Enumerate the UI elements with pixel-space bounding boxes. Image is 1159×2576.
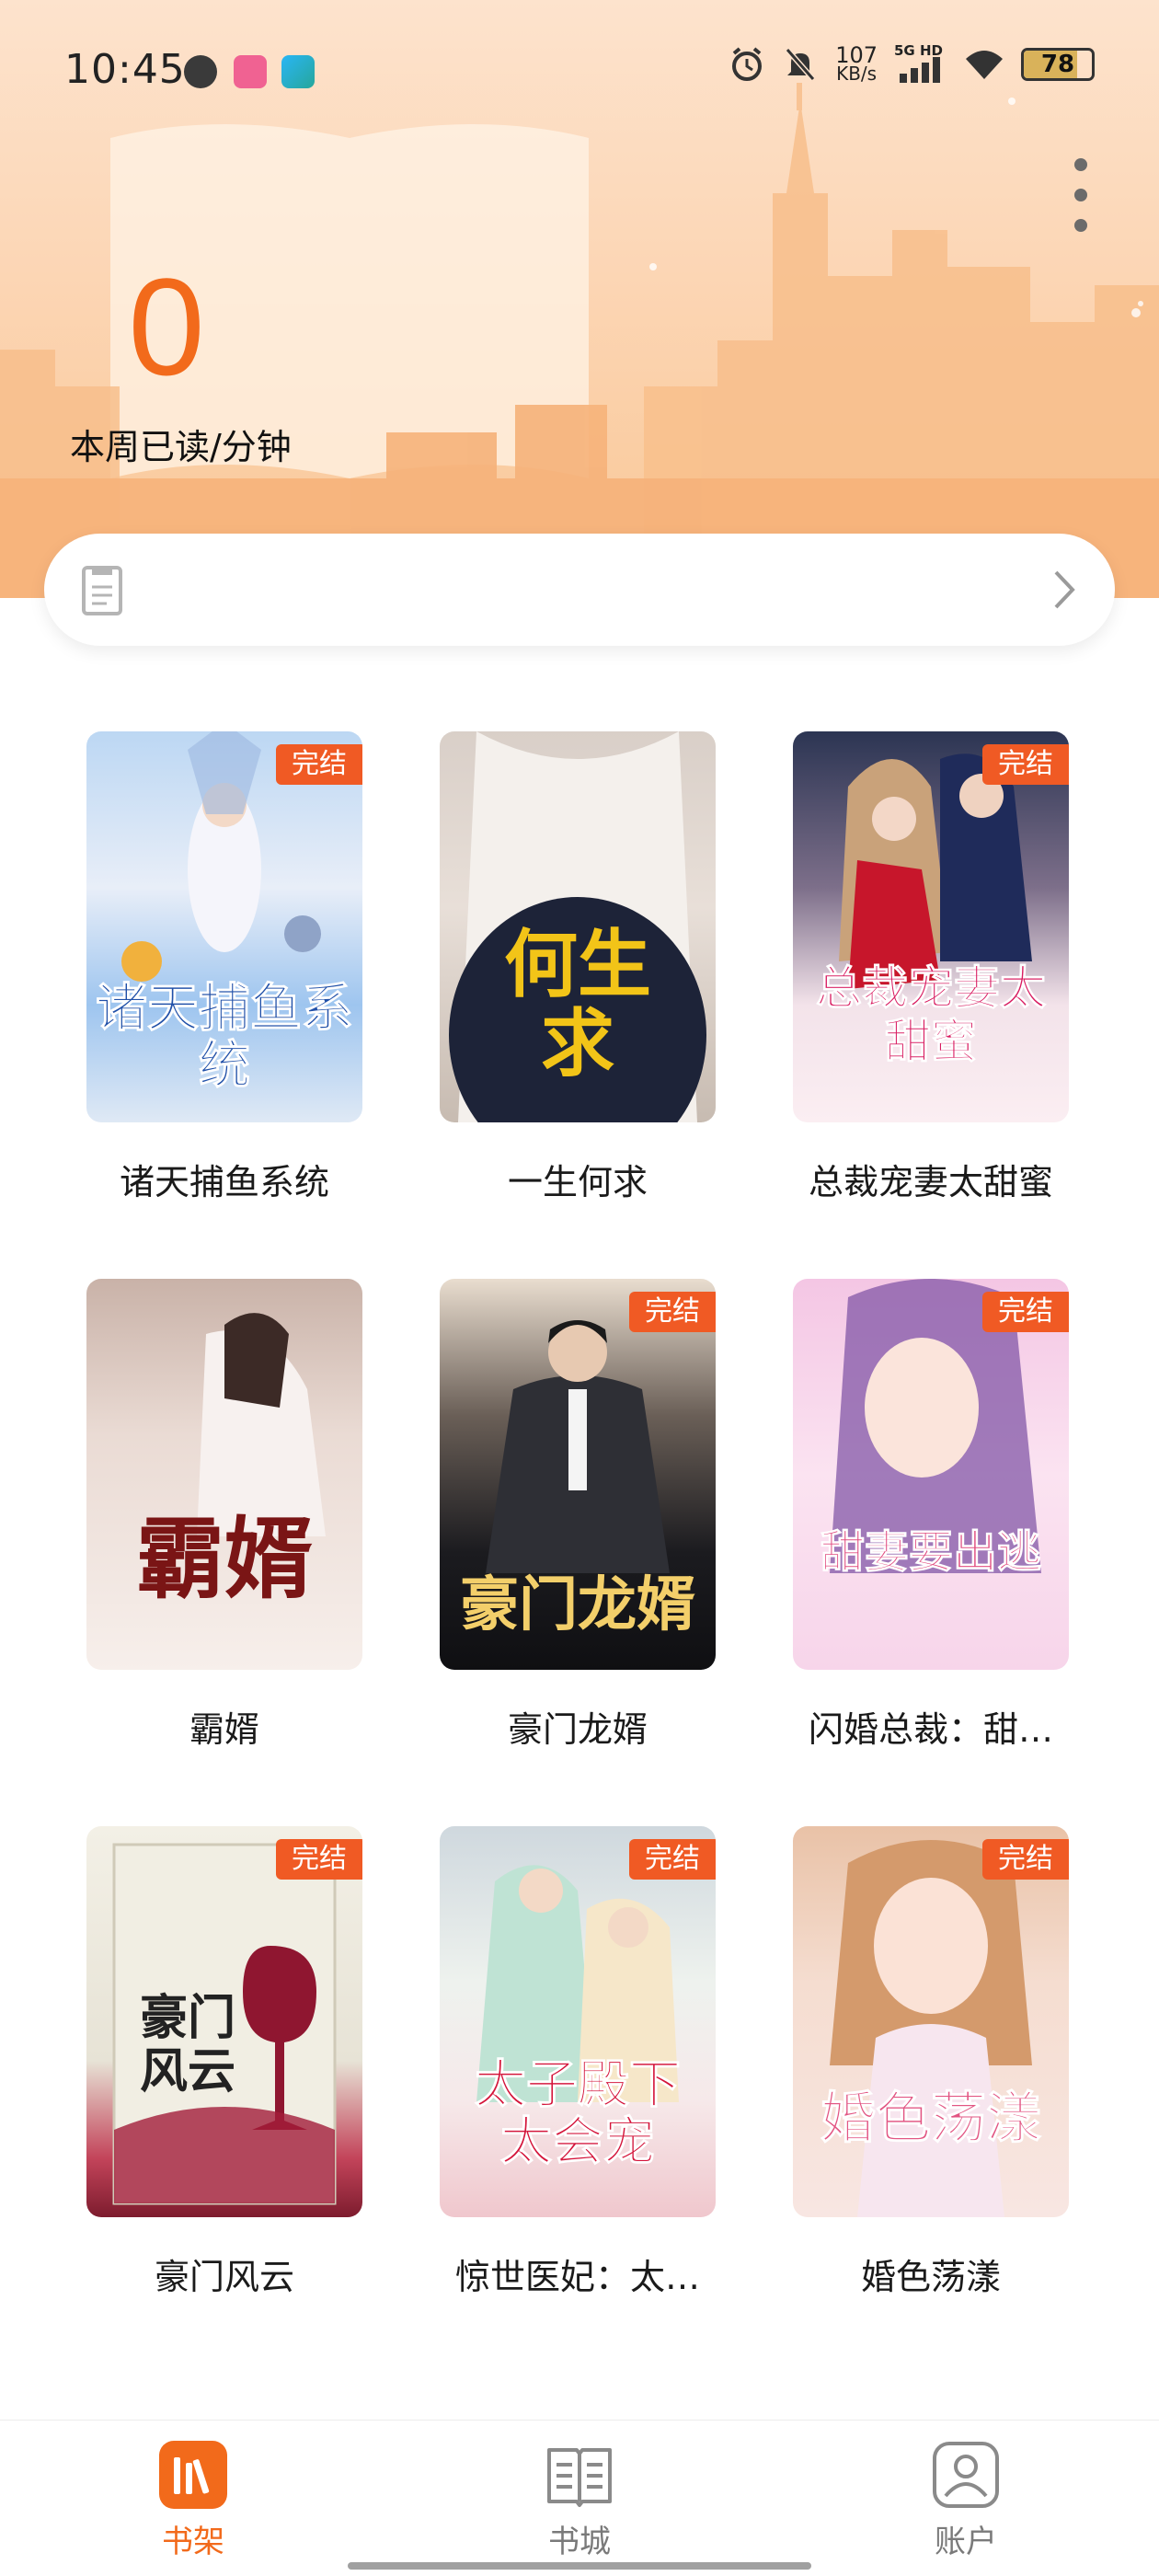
book-cover[interactable]: 霸婿 [86,1279,362,1670]
chevron-right-icon [1054,570,1075,609]
book-cover[interactable]: 何生求 [440,731,716,1122]
book-item[interactable]: 豪门龙婿 完结 豪门龙婿 [440,1279,716,1752]
book-cover-title: 何生求 [504,921,651,1087]
book-cover[interactable]: 总裁宠妻太甜蜜 完结 [793,731,1069,1122]
book-cover-title: 太子殿下太会宠 [475,2054,682,2172]
mute-icon [785,48,816,81]
account-icon [933,2442,999,2508]
notice-bar[interactable] [44,534,1115,646]
book-title: 总裁宠妻太甜蜜 [808,1162,1053,1202]
book-title: 婚色荡漾 [860,2257,1001,2297]
book-item[interactable]: 诸天捕鱼系统 完结 诸天捕鱼系统 [86,731,362,1204]
cat-app-icon [184,55,217,88]
flight-app-icon [281,55,315,88]
tab-bookstore-label: 书城 [548,2524,611,2560]
bottom-navigation: 书架 书城 账户 [0,2420,1159,2576]
book-cover[interactable]: 太子殿下太会宠 完结 [440,1826,716,2217]
book-cover-title: 婚色荡漾 [820,2087,1042,2151]
book-item[interactable]: 豪门风云 完结 豪门风云 [86,1826,362,2299]
bookshelf-icon [159,2441,227,2509]
book-item[interactable]: 太子殿下太会宠 完结 惊世医妃：太… [440,1826,716,2299]
book-cover-title: 甜妻要出逃 [820,1526,1041,1578]
tab-account[interactable]: 账户 [874,2421,1058,2576]
book-item[interactable]: 甜妻要出逃 完结 闪婚总裁：甜… [793,1279,1069,1752]
book-title: 闪婚总裁：甜… [808,1709,1053,1750]
wifi-icon [966,51,1003,79]
completed-badge: 完结 [982,1839,1069,1880]
tab-bookstore[interactable]: 书城 [488,2421,671,2576]
book-cover[interactable]: 婚色荡漾 完结 [793,1826,1069,2217]
status-time: 10:45 [64,46,186,93]
network-speed-value: 107 [835,42,878,68]
book-title: 一生何求 [507,1162,648,1202]
book-item[interactable]: 霸婿 霸婿 [86,1279,362,1752]
book-cover-title: 霸婿 [136,1507,313,1611]
network-speed: 107 KB/s [835,42,878,85]
book-cover[interactable]: 豪门风云 完结 [86,1826,362,2217]
completed-badge: 完结 [982,744,1069,785]
tab-bookshelf[interactable]: 书架 [101,2421,285,2576]
document-icon [82,566,122,615]
book-cover[interactable]: 诸天捕鱼系统 完结 [86,731,362,1122]
completed-badge: 完结 [276,744,362,785]
status-bar: 10:45 107 KB/s 5G HD 78 [0,0,1159,138]
book-title: 惊世医妃：太… [454,2257,700,2297]
battery-level: 78 [1040,51,1075,78]
book-cover-title: 诸天捕鱼系统 [96,978,354,1096]
completed-badge: 完结 [276,1839,362,1880]
book-cover[interactable]: 甜妻要出逃 完结 [793,1279,1069,1670]
battery-icon: 78 [1021,48,1095,81]
tab-account-label: 账户 [935,2524,997,2560]
network-speed-unit: KB/s [836,63,878,85]
book-item[interactable]: 何生求 一生何求 [440,731,716,1204]
weekly-read-label: 本周已读/分钟 [70,427,292,467]
completed-badge: 完结 [982,1292,1069,1332]
book-cover-title: 总裁宠妻太甜蜜 [816,960,1047,1068]
completed-badge: 完结 [629,1839,716,1880]
alarm-icon [732,47,763,81]
book-cover-title: 豪门风云 [139,1990,235,2099]
book-cover-title: 豪门龙婿 [460,1570,695,1639]
bilibili-icon [234,55,267,88]
more-vertical-icon[interactable] [1067,158,1095,232]
bookstore-icon [547,2448,612,2507]
book-title: 诸天捕鱼系统 [119,1162,329,1202]
completed-badge: 完结 [629,1292,716,1332]
book-title: 豪门龙婿 [507,1709,648,1750]
home-indicator[interactable] [348,2562,811,2570]
tab-bookshelf-label: 书架 [162,2524,224,2560]
book-item[interactable]: 总裁宠妻太甜蜜 完结 总裁宠妻太甜蜜 [793,731,1069,1204]
book-title: 霸婿 [189,1709,259,1750]
status-right-group: 107 KB/s 5G HD 78 [729,42,1095,85]
book-item[interactable]: 婚色荡漾 完结 婚色荡漾 [793,1826,1069,2299]
signal-icon: 5G HD [894,42,947,83]
book-title: 豪门风云 [154,2257,294,2297]
weekly-read-minutes: 0 [128,249,205,404]
book-cover[interactable]: 豪门龙婿 完结 [440,1279,716,1670]
